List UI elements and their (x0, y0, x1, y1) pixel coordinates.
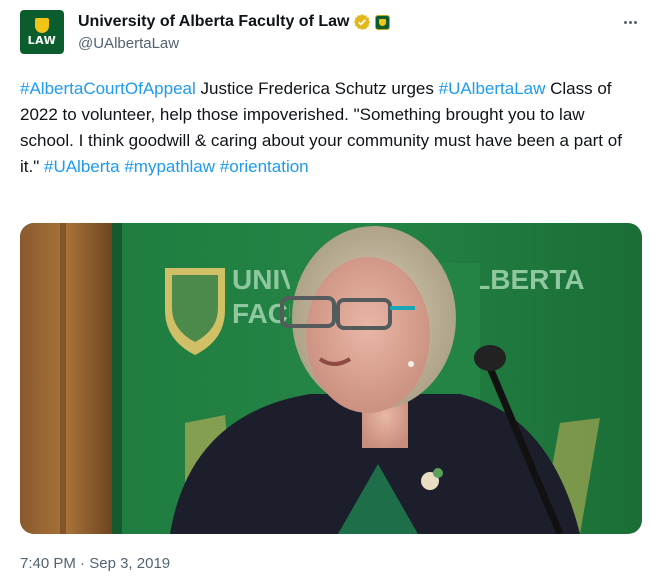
tweet-time-link[interactable]: 7:40 PM (20, 555, 76, 572)
tweet-text: #AlbertaCourtOfAppeal Justice Frederica … (20, 76, 630, 180)
hashtag-link[interactable]: #mypathlaw (124, 157, 215, 176)
tweet-timestamp: 7:40 PM · Sep 3, 2019 (20, 555, 170, 572)
verified-badge-icon[interactable] (353, 13, 371, 31)
avatar-label: LAW (27, 34, 57, 47)
more-options-button[interactable] (618, 10, 642, 34)
author-avatar[interactable]: LAW (20, 10, 64, 54)
tweet-date-link[interactable]: Sep 3, 2019 (89, 555, 170, 572)
more-dot-icon (628, 20, 632, 24)
tweet-photo[interactable]: UNIVERSITY OF ALBERTA FACULTY OF LAW (20, 223, 642, 534)
hashtag-link[interactable]: #UAlberta (44, 157, 120, 176)
timestamp-separator: · (75, 555, 90, 572)
photo-image: UNIVERSITY OF ALBERTA FACULTY OF LAW (20, 223, 642, 534)
hashtag-link[interactable]: #AlbertaCourtOfAppeal (20, 79, 196, 98)
hashtag-link[interactable]: #UAlbertaLaw (439, 79, 546, 98)
avatar-crest-icon (35, 18, 49, 33)
hashtag-link[interactable]: #orientation (220, 157, 309, 176)
author-name-line: University of Alberta Faculty of Law (78, 10, 391, 34)
more-dot-icon (633, 20, 637, 24)
author-display-name[interactable]: University of Alberta Faculty of Law (78, 13, 349, 31)
more-dot-icon (623, 20, 627, 24)
tweet-text-segment: Justice Frederica Schutz urges (195, 79, 439, 98)
author-handle[interactable]: @UAlbertaLaw (78, 35, 179, 52)
affiliate-badge-icon[interactable] (375, 14, 391, 30)
